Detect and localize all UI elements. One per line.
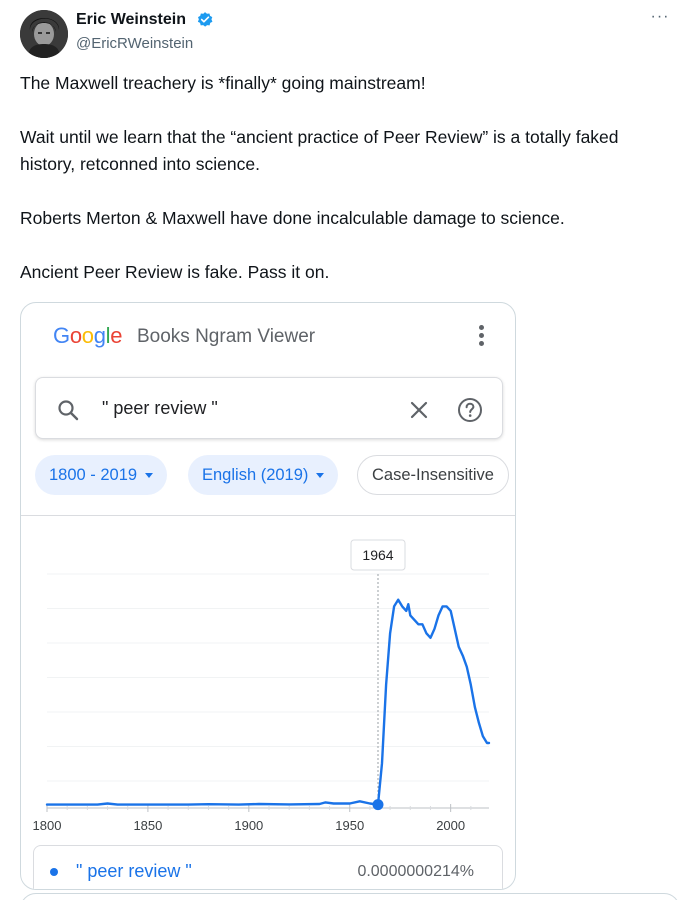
media-card[interactable]: Google Books Ngram Viewer " peer review … bbox=[20, 302, 516, 890]
highlight-point bbox=[372, 799, 384, 811]
author-name[interactable]: Eric Weinstein bbox=[76, 11, 186, 29]
x-tick-label: 1800 bbox=[33, 818, 62, 833]
chevron-down-icon bbox=[145, 473, 154, 479]
google-logo: Google bbox=[53, 323, 123, 348]
tweet-header: Eric Weinstein @EricRWeinstein ··· bbox=[20, 9, 680, 60]
year-range-chip[interactable]: 1800 - 2019 bbox=[35, 455, 168, 495]
corpus-chip[interactable]: English (2019) bbox=[188, 455, 339, 495]
search-box[interactable]: " peer review " bbox=[35, 377, 503, 439]
tweet-paragraph: Wait until we learn that the “ancient pr… bbox=[20, 127, 619, 174]
legend-value: 0.0000000214% bbox=[357, 863, 474, 880]
clear-icon[interactable] bbox=[407, 398, 431, 422]
search-icon bbox=[58, 400, 79, 421]
ngram-header: Google Books Ngram Viewer bbox=[21, 303, 515, 369]
x-tick-label: 2000 bbox=[436, 818, 465, 833]
tooltip-label: 1964 bbox=[362, 547, 393, 563]
case-insensitive-chip[interactable]: Case-Insensitive bbox=[357, 455, 509, 495]
tweet-paragraph: Roberts Merton & Maxwell have done incal… bbox=[20, 208, 565, 228]
help-icon[interactable] bbox=[457, 397, 483, 423]
legend-row[interactable]: " peer review " 0.0000000214% bbox=[33, 845, 503, 889]
x-tick-label: 1850 bbox=[133, 818, 162, 833]
author-handle[interactable]: @EricRWeinstein bbox=[76, 35, 193, 52]
tweet-paragraph: The Maxwell treachery is *finally* going… bbox=[20, 73, 426, 93]
series-line bbox=[45, 598, 491, 806]
series-dot bbox=[50, 868, 58, 876]
verified-badge-icon bbox=[197, 12, 213, 27]
x-tick-label: 1950 bbox=[335, 818, 364, 833]
more-options-icon[interactable]: ··· bbox=[648, 9, 672, 30]
x-tick-label: 1900 bbox=[234, 818, 263, 833]
next-card-edge bbox=[20, 893, 680, 900]
more-vert-icon[interactable] bbox=[479, 325, 485, 347]
legend-label: " peer review " bbox=[76, 861, 192, 881]
avatar[interactable] bbox=[20, 10, 68, 58]
ngram-chart[interactable]: 1800 1850 1900 1950 2000 1964 bbox=[21, 516, 515, 836]
tweet-paragraph: Ancient Peer Review is fake. Pass it on. bbox=[20, 262, 330, 282]
tweet-text: The Maxwell treachery is *finally* going… bbox=[20, 70, 670, 286]
page-title: Books Ngram Viewer bbox=[137, 326, 316, 347]
search-input[interactable]: " peer review " bbox=[102, 398, 218, 419]
chevron-down-icon bbox=[316, 473, 325, 479]
